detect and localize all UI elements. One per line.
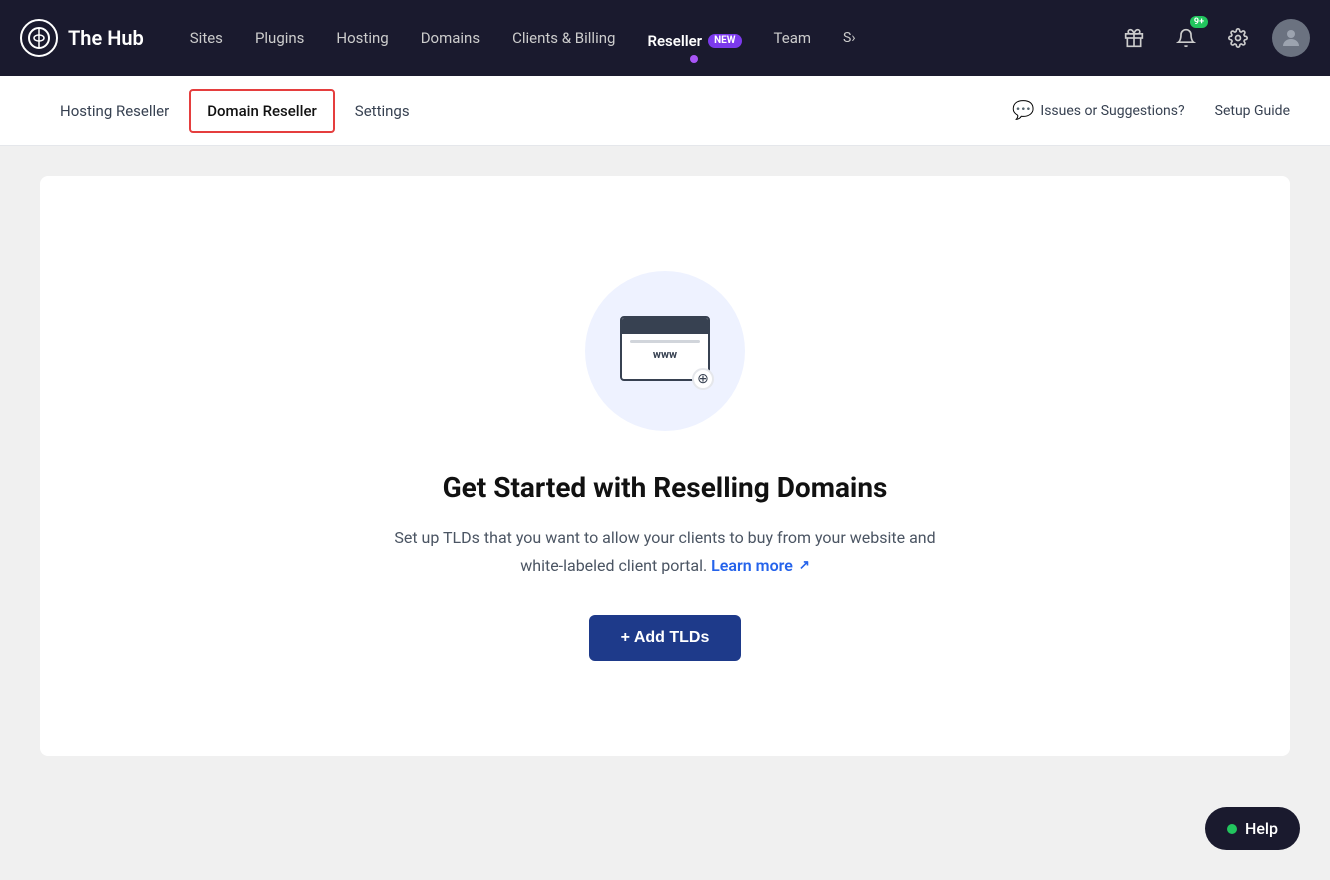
issues-suggestions-link[interactable]: 💬 Issues or Suggestions? xyxy=(1012,100,1185,121)
nav-link-hosting[interactable]: Hosting xyxy=(320,0,404,76)
brand-name: The Hub xyxy=(68,26,144,50)
nav-link-reseller[interactable]: Reseller NEW xyxy=(631,14,757,63)
user-avatar[interactable] xyxy=(1272,19,1310,57)
nav-link-domains[interactable]: Domains xyxy=(405,0,496,76)
help-dot xyxy=(1227,824,1237,834)
gift-button[interactable] xyxy=(1116,20,1152,56)
nav-link-plugins[interactable]: Plugins xyxy=(239,0,320,76)
sub-nav-hosting-reseller[interactable]: Hosting Reseller xyxy=(40,76,189,146)
nav-link-team[interactable]: Team xyxy=(758,0,828,76)
chat-icon: 💬 xyxy=(1012,100,1034,121)
nav-links: Sites Plugins Hosting Domains Clients & … xyxy=(174,0,1116,76)
page-title: Get Started with Reselling Domains xyxy=(443,471,888,504)
nav-actions: 9+ xyxy=(1116,19,1310,57)
domain-icon: www ⊕ xyxy=(620,316,710,386)
navbar: The Hub Sites Plugins Hosting Domains Cl… xyxy=(0,0,1330,76)
notifications-button[interactable]: 9+ xyxy=(1168,20,1204,56)
learn-more-link[interactable]: Learn more ↗ xyxy=(711,556,810,575)
page-description: Set up TLDs that you want to allow your … xyxy=(394,524,935,578)
nav-link-more[interactable]: S› xyxy=(827,0,872,76)
add-tlds-button[interactable]: + Add TLDs xyxy=(589,615,742,661)
sub-nav-right: 💬 Issues or Suggestions? Setup Guide xyxy=(1012,100,1290,121)
nav-link-clients-billing[interactable]: Clients & Billing xyxy=(496,0,631,76)
brand-icon xyxy=(20,19,58,57)
reseller-active-dot xyxy=(690,55,698,63)
setup-guide-link[interactable]: Setup Guide xyxy=(1215,103,1290,119)
sub-nav-links: Hosting Reseller Domain Reseller Setting… xyxy=(40,76,1012,146)
content-card: www ⊕ Get Started with Reselling Domains… xyxy=(40,176,1290,756)
main-content: www ⊕ Get Started with Reselling Domains… xyxy=(0,146,1330,786)
plus-badge: ⊕ xyxy=(692,368,714,390)
sub-nav-settings[interactable]: Settings xyxy=(335,76,430,146)
domain-icon-wrapper: www ⊕ xyxy=(585,271,745,431)
help-button[interactable]: Help xyxy=(1205,807,1300,850)
reseller-new-badge: NEW xyxy=(708,34,741,48)
help-label: Help xyxy=(1245,819,1278,838)
sub-nav: Hosting Reseller Domain Reseller Setting… xyxy=(0,76,1330,146)
sub-nav-domain-reseller[interactable]: Domain Reseller xyxy=(189,89,335,133)
external-link-icon: ↗ xyxy=(799,555,810,577)
nav-link-sites[interactable]: Sites xyxy=(174,0,239,76)
settings-button[interactable] xyxy=(1220,20,1256,56)
brand-logo[interactable]: The Hub xyxy=(20,19,144,57)
notification-count: 9+ xyxy=(1190,16,1208,28)
